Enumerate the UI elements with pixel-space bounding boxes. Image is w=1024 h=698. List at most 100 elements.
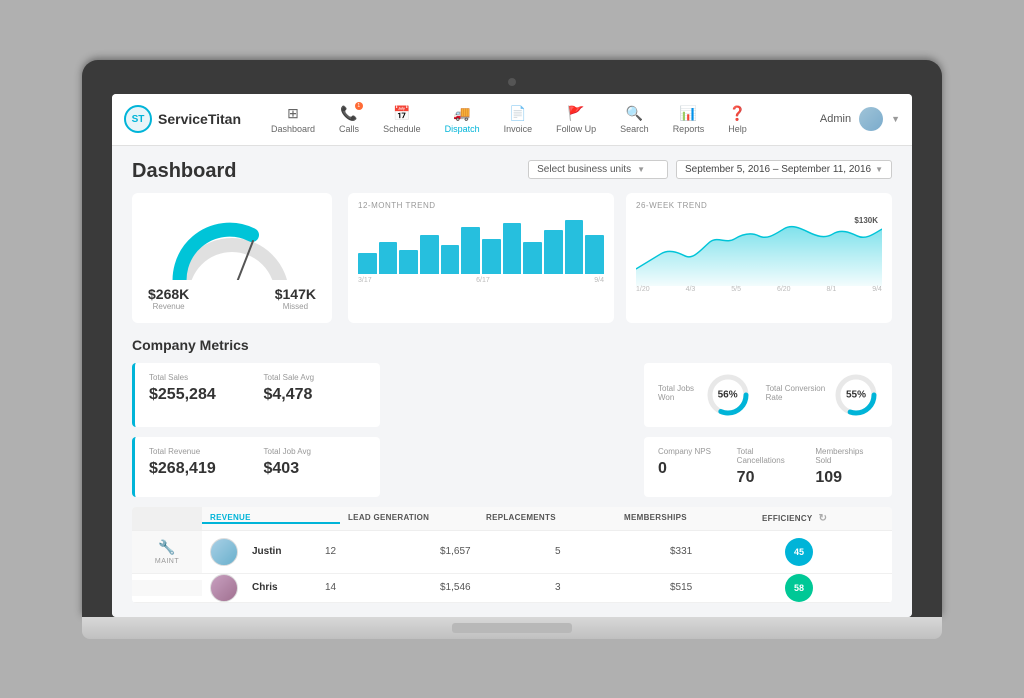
dispatch-icon: 🚚 [453,105,470,122]
nav-reports[interactable]: 📊 Reports [663,101,715,138]
tech-name-cell-chris: Chris [202,574,317,602]
metrics-grid-1: Total Sales $255,284 Total Sale Avg $4,4… [132,363,892,427]
screen-bezel: ST ServiceTitan ⊞ Dashboard 📞 1 Calls [82,60,942,617]
gauge-svg [167,205,297,280]
nav-help[interactable]: ❓ Help [718,101,757,138]
tech-data-row-chris: Chris 14 $1,546 3 $515 58 [202,574,892,602]
overview-row: $268K Revenue $147K Missed [132,193,892,323]
metric-total-revenue: Total Revenue $268,419 [149,447,252,478]
nav-dispatch-label: Dispatch [445,124,480,134]
schedule-icon: 📅 [393,105,410,122]
business-units-select[interactable]: Select business units ▼ [528,160,668,179]
tech-replacements-chris: 3 [547,582,662,593]
nav-right: Admin ▼ [820,107,900,131]
tech-revenue-chris: 14 [317,582,432,593]
metric-card-sales: Total Sales $255,284 Total Sale Avg $4,4… [132,363,380,427]
table-row: 🔧 MAINT Justin 12 $1,657 5 [132,531,892,574]
bar-2 [379,242,398,273]
conversion-donut: 55% [834,373,878,417]
nav-search[interactable]: 🔍 Search [610,101,659,138]
dashboard-content: Dashboard Select business units ▼ Septem… [112,146,912,617]
nav-followup[interactable]: 🚩 Follow Up [546,101,606,138]
gauge-revenue-amount: $268K [148,286,189,302]
laptop-shell: ST ServiceTitan ⊞ Dashboard 📞 1 Calls [82,60,942,639]
brand-logo: ST [124,105,152,133]
col-memberships[interactable]: MEMBERSHIPS [616,513,754,524]
page-title: Dashboard [132,160,236,183]
dash-controls: Select business units ▼ September 5, 201… [528,160,892,179]
tech-efficiency-justin: 45 [777,538,892,566]
gauge-missed-amount: $147K [275,286,316,302]
tech-tab-cell: 🔧 MAINT [132,531,202,573]
col-replacements[interactable]: REPLACEMENTS [478,513,616,524]
metric-total-sales: Total Sales $255,284 [149,373,252,404]
trend-26week-label: 26-WEEK TREND [636,201,882,210]
calls-badge: 1 [355,102,363,110]
bar-chart [358,214,604,274]
metric-nps: Company NPS 0 [658,447,721,487]
nav-invoice[interactable]: 📄 Invoice [494,101,543,138]
total-sale-avg-label: Total Sale Avg [264,373,367,382]
efficiency-badge-chris: 58 [785,574,813,602]
tech-tab-col [132,507,202,530]
gauge-values: $268K Revenue $147K Missed [148,286,316,311]
tech-efficiency-chris: 58 [777,574,892,602]
maint-icon: 🔧 [158,539,175,556]
metric-card-revenue: Total Revenue $268,419 Total Job Avg $40… [132,437,380,497]
col-lead-gen[interactable]: LEAD GENERATION [340,513,478,524]
total-sales-label: Total Sales [149,373,252,382]
top-nav: ST ServiceTitan ⊞ Dashboard 📞 1 Calls [112,94,912,146]
dash-header: Dashboard Select business units ▼ Septem… [132,160,892,183]
select-arrow-icon: ▼ [637,165,645,174]
trend-12month-label: 12-MONTH TREND [358,201,604,210]
nav-schedule[interactable]: 📅 Schedule [373,101,431,138]
bar-8 [503,223,522,274]
bar-5 [441,245,460,274]
nav-dashboard[interactable]: ⊞ Dashboard [261,101,325,138]
metrics-grid-2: Total Revenue $268,419 Total Job Avg $40… [132,437,892,497]
nav-help-label: Help [728,124,747,134]
area-chart-max-label: $130K [854,216,878,225]
metric-memberships: Memberships Sold 109 [815,447,878,487]
metric-spacer [388,363,636,427]
refresh-icon[interactable]: ↻ [819,513,828,524]
followup-icon: 🚩 [567,105,584,122]
tech-name-justin: Justin [244,546,309,557]
gauge-revenue: $268K Revenue [148,286,189,311]
user-avatar [859,107,883,131]
area-chart: $130K [636,214,882,284]
metric-card-sales-inner: Total Sales $255,284 Total Sale Avg $4,4… [149,373,366,404]
nav-schedule-label: Schedule [383,124,421,134]
col-revenue[interactable]: REVENUE [202,513,340,524]
dashboard-icon: ⊞ [287,105,299,122]
trend-26week-card: 26-WEEK TREND [626,193,892,323]
bar-10 [544,230,563,273]
help-icon: ❓ [729,105,746,122]
tech-leadgen-justin: $1,657 [432,546,547,557]
nav-invoice-label: Invoice [504,124,533,134]
nav-dispatch[interactable]: 🚚 Dispatch [435,101,490,138]
total-job-avg-value: $403 [264,460,367,478]
metric-sale-avg: Total Sale Avg $4,478 [264,373,367,404]
area-chart-svg [636,214,882,286]
screen: ST ServiceTitan ⊞ Dashboard 📞 1 Calls [112,94,912,617]
bar-9 [523,242,542,273]
bar-1 [358,253,377,274]
nav-search-label: Search [620,124,649,134]
bar-11 [565,220,584,274]
gauge-wrap [167,205,297,280]
bar-3 [399,250,418,274]
col-efficiency[interactable]: EFFICIENCY ↻ [754,513,892,524]
dropdown-arrow[interactable]: ▼ [891,114,900,124]
nps-value: 0 [658,460,721,478]
calls-badge-wrap: 📞 1 [340,105,357,122]
total-job-avg-label: Total Job Avg [264,447,367,456]
tech-data-row-justin: Justin 12 $1,657 5 $331 45 [202,538,892,566]
jobs-won-label: Total Jobs Won [658,384,698,402]
gauge-missed: $147K Missed [275,286,316,311]
date-range[interactable]: September 5, 2016 – September 11, 2016 ▼ [676,160,892,179]
gauge-missed-label: Missed [275,302,316,311]
tech-tab-cell-chris [132,580,202,596]
bar-4 [420,235,439,274]
nav-calls[interactable]: 📞 1 Calls [329,101,369,138]
